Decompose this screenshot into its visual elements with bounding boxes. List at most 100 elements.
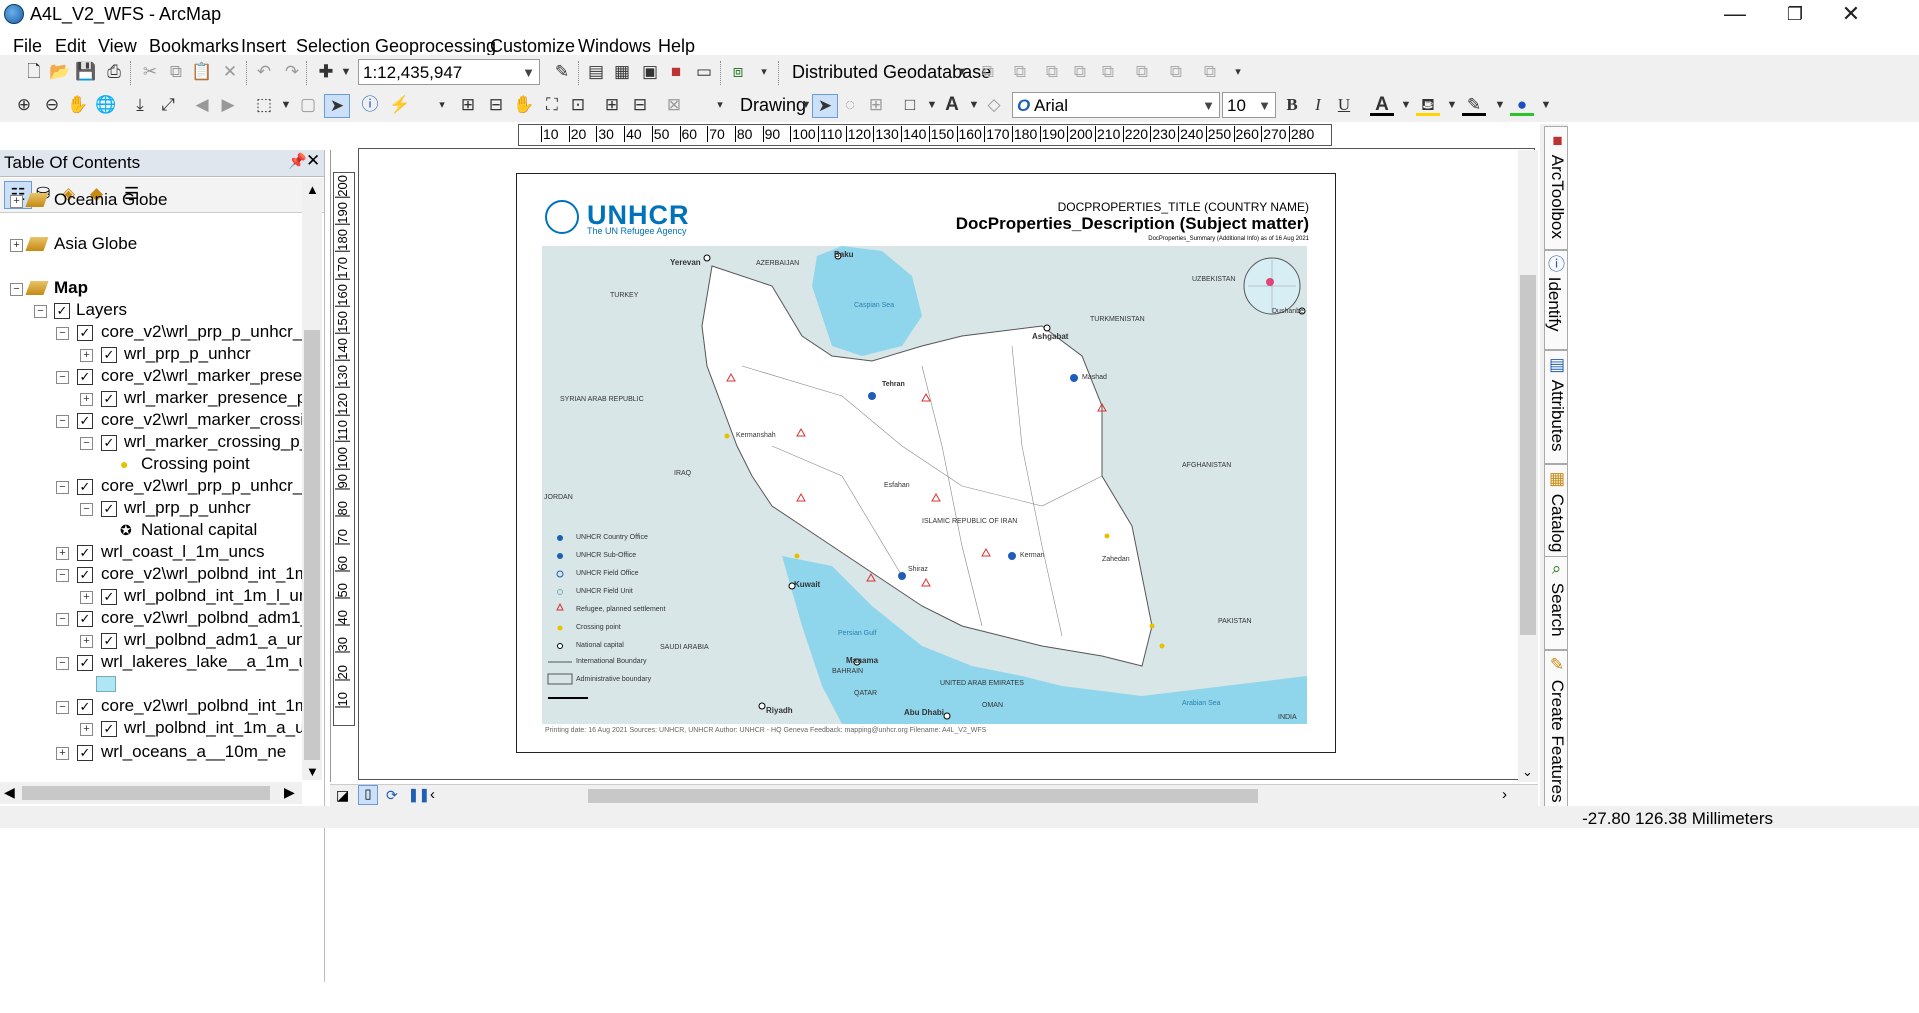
font-size-combo[interactable]: 10 ▼ bbox=[1222, 92, 1276, 118]
fixed-zoom-in-layout-icon[interactable]: ⊞ bbox=[600, 94, 624, 116]
select-elements-drawing-icon[interactable]: ➤ bbox=[812, 94, 838, 118]
layer-visibility-checkbox[interactable]: ✓ bbox=[101, 501, 117, 517]
expand-icon[interactable]: + bbox=[80, 393, 93, 406]
toolbar-options-icon[interactable]: ▾ bbox=[752, 61, 776, 83]
bold-button[interactable]: B bbox=[1280, 94, 1304, 116]
layer-visibility-checkbox[interactable]: ✓ bbox=[77, 479, 93, 495]
layer-visibility-checkbox[interactable]: ✓ bbox=[77, 745, 93, 761]
layout-vscroll-thumb[interactable] bbox=[1520, 275, 1536, 635]
dock-tab-search[interactable]: ⌕ Search bbox=[1544, 556, 1568, 650]
create-replica-icon[interactable]: ⧉ bbox=[1008, 61, 1032, 83]
menu-view[interactable]: View bbox=[98, 36, 137, 57]
catalog-window-icon[interactable]: ▦ bbox=[610, 61, 634, 83]
scroll-left-icon[interactable]: ◀ bbox=[4, 784, 15, 801]
forward-extent-icon[interactable]: ▶ bbox=[216, 94, 240, 116]
menu-customize[interactable]: Customize bbox=[490, 36, 575, 57]
pin-icon[interactable]: 📌 bbox=[288, 152, 307, 170]
zoom-to-selected-icon[interactable]: ⊞ bbox=[864, 94, 888, 116]
sync-icon[interactable]: ⧉ bbox=[1040, 61, 1064, 83]
layer-visibility-checkbox[interactable]: ✓ bbox=[77, 611, 93, 627]
toc-layer-label[interactable]: core_v2\wrl_marker_presence_p bbox=[101, 366, 302, 388]
toc-layer-label[interactable]: core_v2\wrl_polbnd_int_1m_a_u bbox=[101, 696, 302, 718]
layer-visibility-checkbox[interactable]: ✓ bbox=[54, 303, 70, 319]
toc-group-label[interactable]: Asia Globe bbox=[54, 234, 137, 256]
layer-visibility-checkbox[interactable]: ✓ bbox=[101, 589, 117, 605]
rectangle-icon[interactable]: □ bbox=[898, 94, 922, 116]
layer-visibility-checkbox[interactable]: ✓ bbox=[77, 699, 93, 715]
toc-layer-label[interactable]: core_v2\wrl_prp_p_unhcr_PoC bbox=[101, 322, 302, 344]
menu-file[interactable]: File bbox=[13, 36, 42, 57]
collapse-icon[interactable]: − bbox=[56, 371, 69, 384]
line-color-icon[interactable]: ✎ bbox=[1462, 94, 1486, 116]
scroll-up-icon[interactable]: ▲ bbox=[306, 182, 319, 197]
manage-replicas-icon[interactable]: ⧉ bbox=[1198, 61, 1222, 83]
layout-back-icon[interactable]: ⊠ bbox=[662, 94, 686, 116]
toc-layer-label[interactable]: wrl_coast_l_1m_uncs bbox=[101, 542, 264, 564]
line-color-dropdown-icon[interactable]: ▼ bbox=[1488, 94, 1512, 116]
toc-close-icon[interactable]: ✕ bbox=[306, 151, 320, 171]
paste-icon[interactable]: 📋 bbox=[190, 61, 214, 83]
collapse-icon[interactable]: − bbox=[56, 327, 69, 340]
layout-vertical-scrollbar[interactable]: ⌄ bbox=[1518, 150, 1538, 782]
edit-vertices-icon[interactable]: ◇ bbox=[982, 94, 1006, 116]
layer-visibility-checkbox[interactable]: ✓ bbox=[77, 545, 93, 561]
distributed-geodatabase-dropdown-icon[interactable]: ▼ bbox=[950, 61, 974, 83]
dock-tab-arctoolbox[interactable]: ■ ArcToolbox bbox=[1544, 126, 1568, 250]
new-document-icon[interactable]: 🗋 bbox=[22, 61, 46, 83]
toc-layer-label[interactable]: wrl_oceans_a__10m_ne bbox=[101, 742, 286, 764]
fixed-zoom-out-layout-icon[interactable]: ⊟ bbox=[628, 94, 652, 116]
export-changes-icon[interactable]: ⧉ bbox=[1068, 61, 1092, 83]
expand-icon[interactable]: + bbox=[80, 349, 93, 362]
menu-insert[interactable]: Insert bbox=[241, 36, 286, 57]
toc-layer-label[interactable]: wrl_polbnd_int_1m_a_unhc bbox=[124, 718, 302, 740]
cut-icon[interactable]: ✂ bbox=[138, 61, 162, 83]
collapse-icon[interactable]: − bbox=[34, 305, 47, 318]
editor-toolbar-icon[interactable]: ✎ bbox=[550, 61, 574, 83]
layer-visibility-checkbox[interactable]: ✓ bbox=[101, 633, 117, 649]
close-button[interactable]: ✕ bbox=[1822, 0, 1880, 28]
map-scale-combo[interactable]: 1:12,435,947 ▼ bbox=[358, 59, 540, 85]
scroll-right-icon[interactable]: ▶ bbox=[284, 784, 295, 801]
arcmap-app-icon[interactable] bbox=[4, 4, 24, 24]
toc-layer-label[interactable]: wrl_marker_presence_p_unh bbox=[124, 388, 302, 410]
collapse-icon[interactable]: − bbox=[56, 415, 69, 428]
menu-geoprocessing[interactable]: Geoprocessing bbox=[375, 36, 496, 57]
dock-tab-identify[interactable]: ⓘ Identify bbox=[1544, 250, 1568, 350]
undo-icon[interactable]: ↶ bbox=[252, 61, 276, 83]
menu-bookmarks[interactable]: Bookmarks bbox=[149, 36, 239, 57]
search-window-icon[interactable]: ▣ bbox=[638, 61, 662, 83]
hyperlink-icon[interactable]: ⚡ bbox=[388, 94, 412, 116]
map-data-frame[interactable]: Baku Yerevan Tehran Ashgabat Mashad Kuwa… bbox=[542, 246, 1307, 724]
menu-selection[interactable]: Selection bbox=[296, 36, 370, 57]
copy-icon[interactable]: ⧉ bbox=[164, 61, 188, 83]
layout-zoom-out-icon[interactable]: ⊟ bbox=[484, 94, 508, 116]
expand-icon[interactable]: + bbox=[80, 635, 93, 648]
clear-selection-icon[interactable]: ▢ bbox=[296, 94, 320, 116]
dock-tab-catalog[interactable]: ▦ Catalog bbox=[1544, 464, 1568, 560]
hscroll-right-icon[interactable]: › bbox=[1502, 786, 1507, 803]
pan-icon[interactable]: ✋ bbox=[66, 94, 90, 116]
toc-vertical-scrollbar[interactable]: ▲ ▼ bbox=[302, 180, 322, 780]
model-builder-icon[interactable]: ⧈ bbox=[726, 61, 750, 83]
check-out-icon[interactable]: ⧉ bbox=[1164, 61, 1188, 83]
layer-visibility-checkbox[interactable]: ✓ bbox=[77, 567, 93, 583]
refresh-icon[interactable]: ⟳ bbox=[386, 787, 398, 804]
zoom-100-icon[interactable]: ⊡ bbox=[566, 94, 590, 116]
collapse-icon[interactable]: − bbox=[80, 503, 93, 516]
redo-icon[interactable]: ↷ bbox=[280, 61, 304, 83]
print-icon[interactable]: ⎙ bbox=[102, 61, 126, 83]
add-data-dropdown-icon[interactable]: ▼ bbox=[334, 61, 358, 83]
rotate-icon[interactable]: ◌ bbox=[838, 94, 862, 116]
collapse-icon[interactable]: − bbox=[56, 657, 69, 670]
underline-button[interactable]: U bbox=[1332, 94, 1356, 116]
collapse-icon[interactable]: − bbox=[10, 283, 23, 296]
toc-layer-label[interactable]: core_v2\wrl_marker_crossing_p bbox=[101, 410, 302, 432]
arctoolbox-icon[interactable]: ■ bbox=[664, 61, 688, 83]
expand-icon[interactable]: + bbox=[10, 239, 23, 252]
toc-layer-label[interactable]: Crossing point bbox=[141, 454, 250, 476]
replica-icon[interactable]: ⧉ bbox=[976, 61, 1000, 83]
toc-layer-label[interactable]: wrl_marker_crossing_p_unh bbox=[124, 432, 302, 454]
identify-icon[interactable]: ⓘ bbox=[358, 94, 382, 116]
text-tool-icon[interactable]: A bbox=[940, 94, 964, 116]
toc-layer-label[interactable]: core_v2\wrl_polbnd_adm1_a_u bbox=[101, 608, 302, 630]
